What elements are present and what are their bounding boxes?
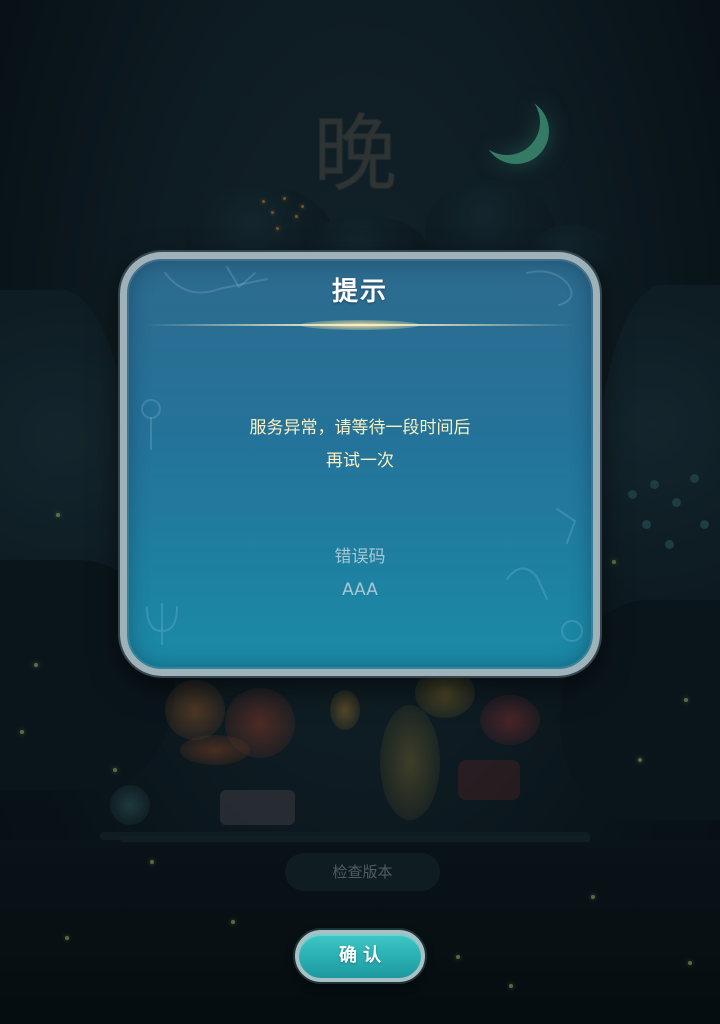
- dialog-message: 服务异常，请等待一段时间后 再试一次: [127, 412, 593, 478]
- error-code-block: 错误码 AAA: [127, 541, 593, 607]
- error-code-label: 错误码: [334, 547, 386, 567]
- dialog-title: 提示: [331, 277, 388, 307]
- confirm-button-label: 确认: [339, 945, 387, 966]
- error-code-value: AAA: [342, 580, 378, 600]
- message-line: 再试一次: [326, 451, 394, 471]
- game-screen: 晚 检查版本 提示 服务异常，请等待一段时间后 再试一次 错误码 AAA 确认: [0, 0, 720, 1024]
- title-divider: [145, 320, 575, 330]
- message-line: 服务异常，请等待一段时间后: [249, 418, 471, 438]
- confirm-button[interactable]: 确认: [295, 930, 425, 982]
- alert-dialog: 提示 服务异常，请等待一段时间后 再试一次 错误码 AAA: [120, 252, 600, 676]
